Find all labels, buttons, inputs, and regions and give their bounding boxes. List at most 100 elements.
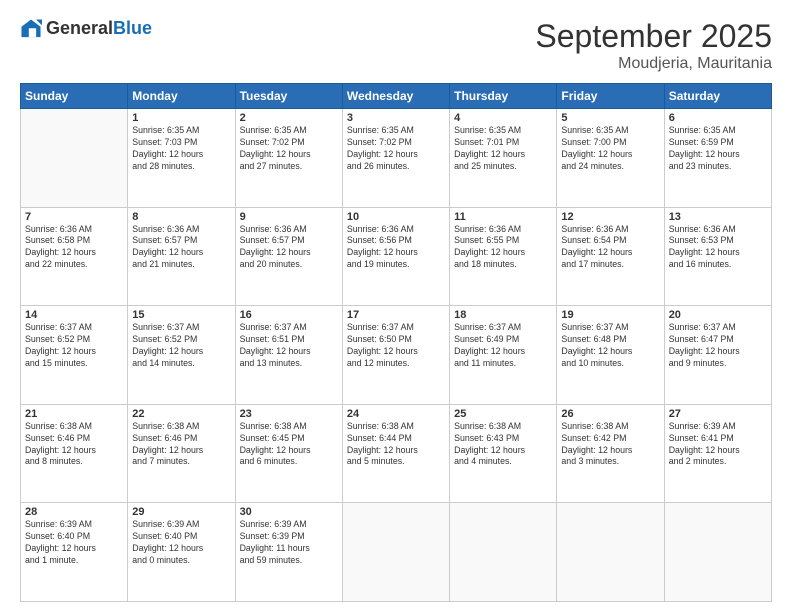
- day-detail: Sunrise: 6:36 AM Sunset: 6:57 PM Dayligh…: [132, 224, 230, 272]
- calendar-cell: [21, 109, 128, 208]
- calendar-cell: 12Sunrise: 6:36 AM Sunset: 6:54 PM Dayli…: [557, 207, 664, 306]
- calendar-table: SundayMondayTuesdayWednesdayThursdayFrid…: [20, 83, 772, 602]
- day-detail: Sunrise: 6:39 AM Sunset: 6:40 PM Dayligh…: [132, 519, 230, 567]
- day-number: 12: [561, 211, 659, 223]
- calendar-cell: 4Sunrise: 6:35 AM Sunset: 7:01 PM Daylig…: [450, 109, 557, 208]
- day-number: 15: [132, 309, 230, 321]
- calendar-cell: 19Sunrise: 6:37 AM Sunset: 6:48 PM Dayli…: [557, 306, 664, 405]
- day-detail: Sunrise: 6:35 AM Sunset: 7:01 PM Dayligh…: [454, 125, 552, 173]
- calendar-week-4: 21 Sunrise: 6:38 AM Sunset: 6:46 PM Dayli…: [21, 404, 772, 503]
- day-number: 14: [25, 309, 123, 321]
- day-detail: Sunrise: 6:37 AM Sunset: 6:52 PM Dayligh…: [25, 322, 123, 370]
- day-number: 27: [669, 408, 767, 420]
- calendar-cell: 16Sunrise: 6:37 AM Sunset: 6:51 PM Dayli…: [235, 306, 342, 405]
- day-number: 17: [347, 309, 445, 321]
- day-number: 6: [669, 112, 767, 124]
- day-detail: Sunrise: 6:36 AM Sunset: 6:53 PM Dayligh…: [669, 224, 767, 272]
- day-number: 10: [347, 211, 445, 223]
- day-number: 21: [25, 408, 123, 420]
- day-detail: Sunrise: 6:39 AM Sunset: 6:41 PM Dayligh…: [669, 421, 767, 469]
- calendar-cell: 26Sunrise: 6:38 AM Sunset: 6:42 PM Dayli…: [557, 404, 664, 503]
- day-number: 2: [240, 112, 338, 124]
- day-number: 25: [454, 408, 552, 420]
- day-number: 9: [240, 211, 338, 223]
- calendar-cell: [450, 503, 557, 602]
- title-section: September 2025 Moudjeria, Mauritania: [535, 18, 772, 73]
- logo: General Blue: [20, 18, 152, 40]
- calendar-header-thursday: Thursday: [450, 84, 557, 109]
- calendar-cell: 27Sunrise: 6:39 AM Sunset: 6:41 PM Dayli…: [664, 404, 771, 503]
- day-detail: Sunrise: 6:37 AM Sunset: 6:51 PM Dayligh…: [240, 322, 338, 370]
- calendar-cell: 7Sunrise: 6:36 AM Sunset: 6:58 PM Daylig…: [21, 207, 128, 306]
- day-detail: Sunrise: 6:38 AM Sunset: 6:44 PM Dayligh…: [347, 421, 445, 469]
- calendar-cell: 5Sunrise: 6:35 AM Sunset: 7:00 PM Daylig…: [557, 109, 664, 208]
- day-detail: Sunrise: 6:36 AM Sunset: 6:57 PM Dayligh…: [240, 224, 338, 272]
- day-number: 18: [454, 309, 552, 321]
- calendar-cell: 9Sunrise: 6:36 AM Sunset: 6:57 PM Daylig…: [235, 207, 342, 306]
- calendar-cell: [557, 503, 664, 602]
- day-detail: Sunrise: 6:37 AM Sunset: 6:47 PM Dayligh…: [669, 322, 767, 370]
- day-detail: Sunrise: 6:39 AM Sunset: 6:40 PM Dayligh…: [25, 519, 123, 567]
- day-number: 4: [454, 112, 552, 124]
- calendar-cell: 1Sunrise: 6:35 AM Sunset: 7:03 PM Daylig…: [128, 109, 235, 208]
- day-number: 8: [132, 211, 230, 223]
- calendar-header-monday: Monday: [128, 84, 235, 109]
- calendar-cell: 15Sunrise: 6:37 AM Sunset: 6:52 PM Dayli…: [128, 306, 235, 405]
- calendar-cell: [664, 503, 771, 602]
- day-detail: Sunrise: 6:37 AM Sunset: 6:50 PM Dayligh…: [347, 322, 445, 370]
- day-detail: Sunrise: 6:35 AM Sunset: 7:02 PM Dayligh…: [240, 125, 338, 173]
- calendar-cell: 2Sunrise: 6:35 AM Sunset: 7:02 PM Daylig…: [235, 109, 342, 208]
- calendar-week-5: 28Sunrise: 6:39 AM Sunset: 6:40 PM Dayli…: [21, 503, 772, 602]
- day-number: 23: [240, 408, 338, 420]
- day-detail: Sunrise: 6:38 AM Sunset: 6:45 PM Dayligh…: [240, 421, 338, 469]
- day-number: 7: [25, 211, 123, 223]
- day-detail: Sunrise: 6:38 AM Sunset: 6:43 PM Dayligh…: [454, 421, 552, 469]
- day-number: 19: [561, 309, 659, 321]
- day-number: 28: [25, 506, 123, 518]
- calendar-cell: 13Sunrise: 6:36 AM Sunset: 6:53 PM Dayli…: [664, 207, 771, 306]
- logo-blue: Blue: [113, 19, 152, 39]
- day-number: 20: [669, 309, 767, 321]
- calendar-week-1: 1Sunrise: 6:35 AM Sunset: 7:03 PM Daylig…: [21, 109, 772, 208]
- logo-icon: [20, 18, 42, 40]
- calendar-cell: 8Sunrise: 6:36 AM Sunset: 6:57 PM Daylig…: [128, 207, 235, 306]
- calendar-cell: 20Sunrise: 6:37 AM Sunset: 6:47 PM Dayli…: [664, 306, 771, 405]
- calendar-week-2: 7Sunrise: 6:36 AM Sunset: 6:58 PM Daylig…: [21, 207, 772, 306]
- page: General Blue September 2025 Moudjeria, M…: [0, 0, 792, 612]
- calendar-cell: 17Sunrise: 6:37 AM Sunset: 6:50 PM Dayli…: [342, 306, 449, 405]
- day-detail: Sunrise: 6:38 AM Sunset: 6:46 PM Dayligh…: [132, 421, 230, 469]
- calendar-cell: 18Sunrise: 6:37 AM Sunset: 6:49 PM Dayli…: [450, 306, 557, 405]
- day-number: 16: [240, 309, 338, 321]
- day-number: 26: [561, 408, 659, 420]
- calendar-cell: 10Sunrise: 6:36 AM Sunset: 6:56 PM Dayli…: [342, 207, 449, 306]
- day-number: 1: [132, 112, 230, 124]
- calendar-cell: 24Sunrise: 6:38 AM Sunset: 6:44 PM Dayli…: [342, 404, 449, 503]
- calendar-cell: 11Sunrise: 6:36 AM Sunset: 6:55 PM Dayli…: [450, 207, 557, 306]
- calendar-header-wednesday: Wednesday: [342, 84, 449, 109]
- calendar-cell: 29Sunrise: 6:39 AM Sunset: 6:40 PM Dayli…: [128, 503, 235, 602]
- day-detail: Sunrise: 6:39 AM Sunset: 6:39 PM Dayligh…: [240, 519, 338, 567]
- day-detail: Sunrise: 6:35 AM Sunset: 7:00 PM Dayligh…: [561, 125, 659, 173]
- logo-text: General Blue: [46, 19, 152, 39]
- header: General Blue September 2025 Moudjeria, M…: [20, 18, 772, 73]
- calendar-week-3: 14Sunrise: 6:37 AM Sunset: 6:52 PM Dayli…: [21, 306, 772, 405]
- day-number: 5: [561, 112, 659, 124]
- calendar-cell: 30Sunrise: 6:39 AM Sunset: 6:39 PM Dayli…: [235, 503, 342, 602]
- calendar-cell: 6Sunrise: 6:35 AM Sunset: 6:59 PM Daylig…: [664, 109, 771, 208]
- calendar-cell: 25Sunrise: 6:38 AM Sunset: 6:43 PM Dayli…: [450, 404, 557, 503]
- day-detail: Sunrise: 6:37 AM Sunset: 6:48 PM Dayligh…: [561, 322, 659, 370]
- calendar-header-tuesday: Tuesday: [235, 84, 342, 109]
- calendar-header-saturday: Saturday: [664, 84, 771, 109]
- calendar-header-row: SundayMondayTuesdayWednesdayThursdayFrid…: [21, 84, 772, 109]
- day-detail: Sunrise: 6:37 AM Sunset: 6:49 PM Dayligh…: [454, 322, 552, 370]
- day-detail: Sunrise: 6:35 AM Sunset: 7:02 PM Dayligh…: [347, 125, 445, 173]
- day-detail: Sunrise: 6:36 AM Sunset: 6:58 PM Dayligh…: [25, 224, 123, 272]
- calendar-cell: 23Sunrise: 6:38 AM Sunset: 6:45 PM Dayli…: [235, 404, 342, 503]
- day-number: 13: [669, 211, 767, 223]
- calendar-header-sunday: Sunday: [21, 84, 128, 109]
- calendar-cell: 3Sunrise: 6:35 AM Sunset: 7:02 PM Daylig…: [342, 109, 449, 208]
- calendar-header-friday: Friday: [557, 84, 664, 109]
- day-number: 22: [132, 408, 230, 420]
- location: Moudjeria, Mauritania: [535, 55, 772, 73]
- day-number: 3: [347, 112, 445, 124]
